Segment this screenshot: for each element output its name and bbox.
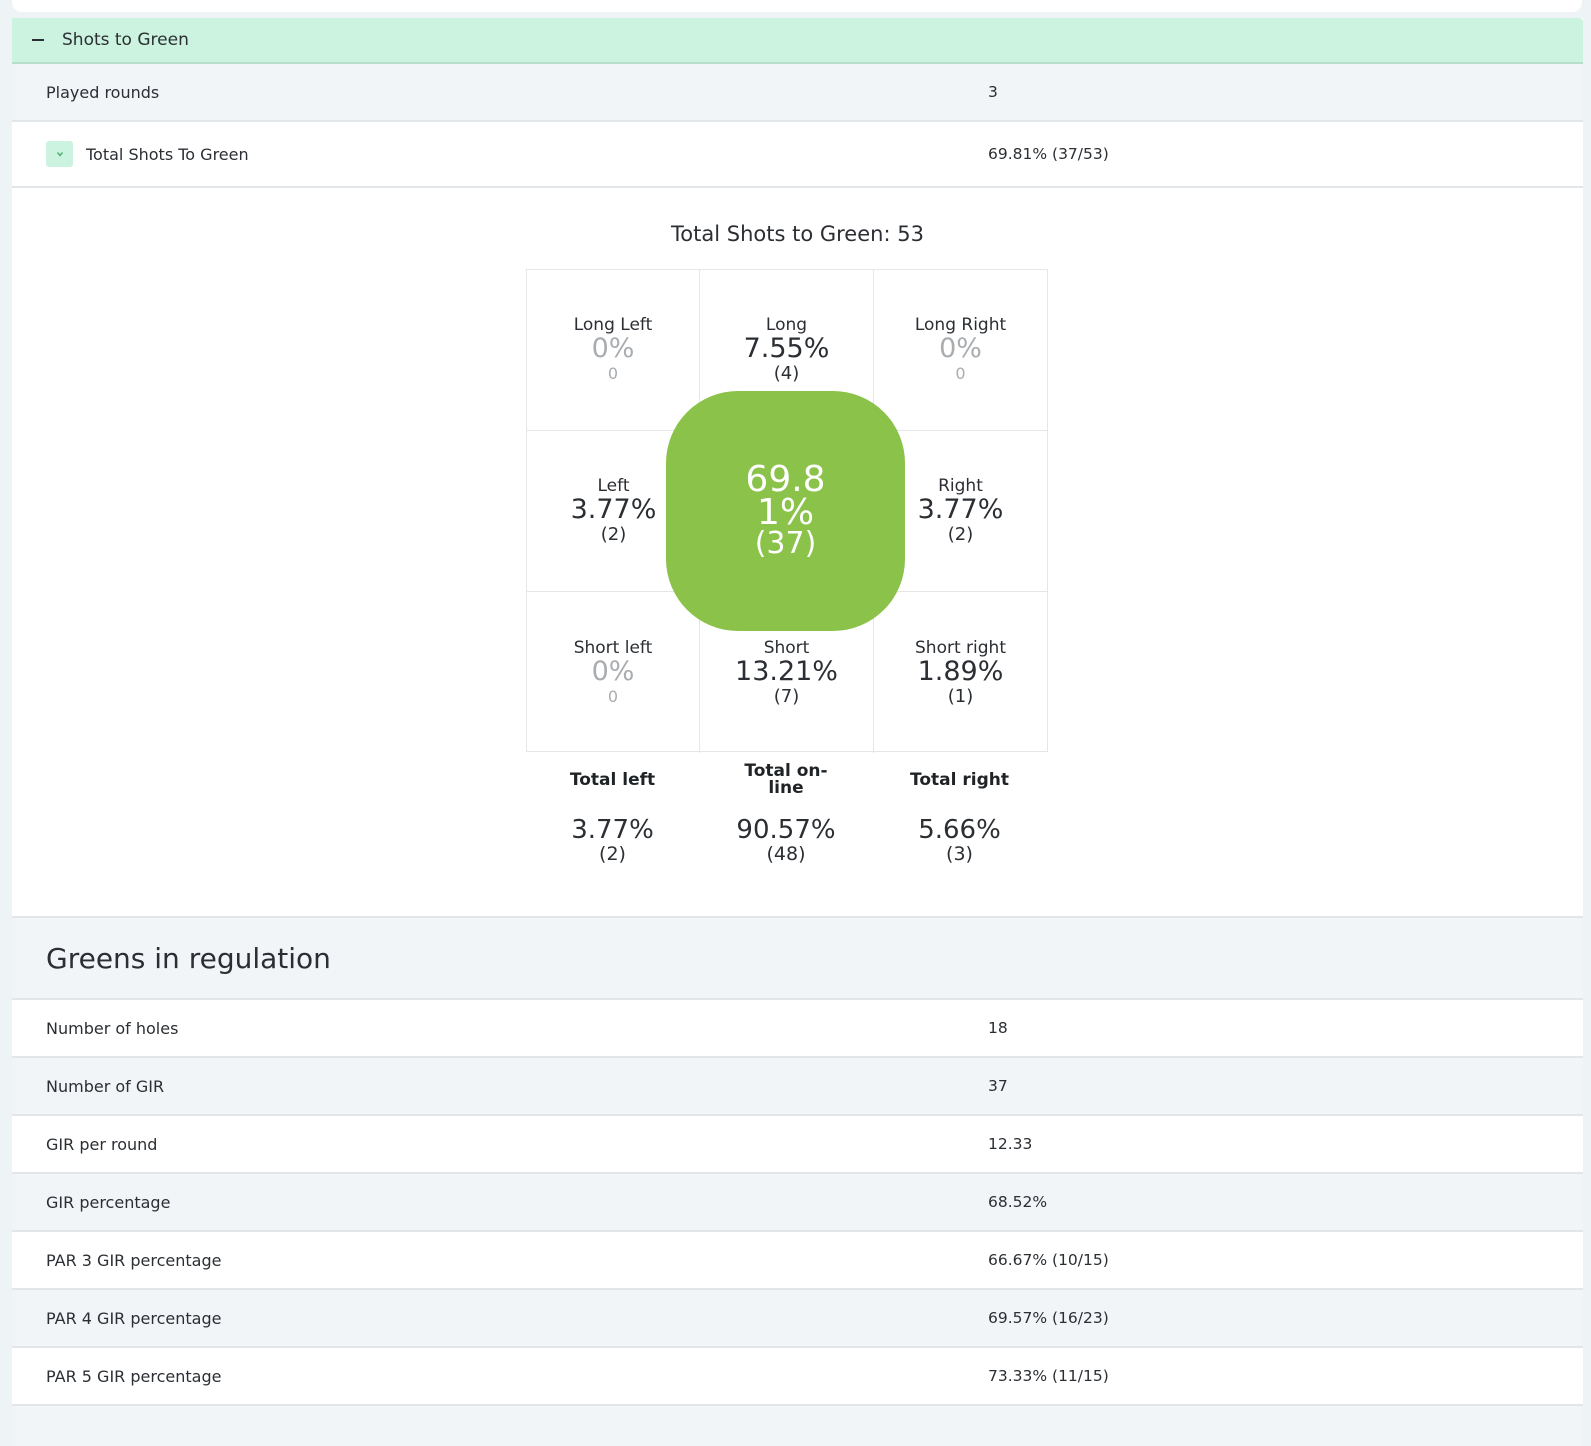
table-row: PAR 3 GIR percentage 66.67% (10/15)	[12, 1232, 1583, 1290]
row-value: 68.52%	[988, 1193, 1048, 1211]
direction-totals: Total left 3.77% (2) Total on-line 90.57…	[526, 761, 1048, 866]
total-left: Total left 3.77% (2)	[526, 763, 699, 865]
total-pct: 5.66%	[918, 815, 1001, 845]
total-right: Total right 5.66% (3)	[873, 763, 1046, 865]
cell-pct: 3.77%	[917, 494, 1004, 525]
row-value: 66.67% (10/15)	[988, 1251, 1109, 1269]
total-name: Total left	[569, 769, 656, 790]
green-hit-bullseye: 69.81% (37)	[666, 391, 905, 631]
stats-panel: Shots to Green Played rounds 3 Total Sho…	[12, 18, 1583, 1446]
cell-long-right: Long Right 0% 0	[874, 270, 1047, 431]
row-value: 37	[988, 1077, 1008, 1095]
cell-long-left: Long Left 0% 0	[527, 270, 700, 431]
cell-count: 0	[607, 686, 619, 706]
row-label: GIR per round	[46, 1134, 158, 1154]
row-value: 69.57% (16/23)	[988, 1309, 1109, 1327]
cell-pct: 7.55%	[743, 333, 830, 364]
center-count: (37)	[754, 526, 817, 561]
table-row-total-shots-to-green[interactable]: Total Shots To Green 69.81% (37/53)	[12, 122, 1583, 188]
row-label: GIR percentage	[46, 1192, 171, 1212]
cell-name: Long Right	[914, 315, 1007, 335]
expand-toggle-button[interactable]	[46, 141, 73, 167]
total-name: Total on-line	[744, 761, 828, 798]
row-value: 73.33% (11/15)	[988, 1367, 1109, 1385]
row-value: 18	[988, 1019, 1008, 1037]
cell-count: (2)	[600, 524, 627, 545]
table-row: GIR percentage 68.52%	[12, 1174, 1583, 1232]
row-value: 3	[988, 83, 998, 101]
cell-pct: 1.89%	[917, 655, 1004, 687]
collapse-minus-icon[interactable]	[32, 39, 44, 41]
table-row-played-rounds: Played rounds 3	[12, 64, 1583, 122]
cell-count: (4)	[773, 363, 800, 384]
row-label: Number of holes	[46, 1018, 179, 1038]
section-title: Shots to Green	[62, 30, 189, 50]
cell-name: Short	[763, 637, 810, 658]
row-value: 69.81% (37/53)	[988, 145, 1109, 163]
cell-count: (7)	[773, 685, 800, 707]
cell-name: Short left	[573, 637, 653, 658]
table-row: GIR per round 12.33	[12, 1116, 1583, 1174]
row-label: Played rounds	[46, 82, 160, 102]
cell-name: Right	[938, 476, 983, 496]
cell-name: Long	[765, 315, 808, 335]
cell-count: 0	[955, 364, 966, 383]
table-row-partial	[12, 1406, 1583, 1446]
table-row: PAR 5 GIR percentage 73.33% (11/15)	[12, 1348, 1583, 1406]
total-pct: 90.57%	[736, 815, 836, 845]
cell-count: 0	[607, 364, 619, 383]
row-label: PAR 5 GIR percentage	[46, 1366, 222, 1386]
chevron-down-icon	[56, 152, 63, 157]
total-on-line: Total on-line 90.57% (48)	[699, 761, 873, 866]
cell-pct: 3.77%	[570, 494, 657, 525]
table-row: PAR 4 GIR percentage 69.57% (16/23)	[12, 1290, 1583, 1348]
cell-name: Left	[597, 476, 630, 496]
table-row: Number of holes 18	[12, 1000, 1583, 1058]
row-value: 12.33	[988, 1135, 1033, 1153]
cell-short-right: Short right 1.89% (1)	[874, 592, 1047, 753]
cell-pct: 0%	[939, 333, 982, 364]
total-pct: 3.77%	[571, 815, 654, 845]
row-label: PAR 4 GIR percentage	[46, 1308, 222, 1328]
previous-section-card	[12, 0, 1582, 12]
row-label: Number of GIR	[46, 1076, 165, 1096]
center-pct: 69.81%	[745, 459, 826, 533]
greens-in-regulation-header: Greens in regulation	[12, 918, 1583, 1000]
shots-to-green-chart: Total Shots to Green: 53 Long Left 0% 0 …	[12, 188, 1583, 918]
cell-name: Short right	[915, 637, 1006, 658]
row-label: PAR 3 GIR percentage	[46, 1250, 222, 1270]
total-count: (2)	[599, 843, 626, 865]
section-heading: Greens in regulation	[46, 941, 331, 975]
total-name: Total right	[910, 769, 1009, 790]
cell-pct: 0%	[591, 655, 635, 687]
total-count: (3)	[946, 843, 973, 865]
cell-pct: 13.21%	[735, 655, 838, 687]
table-row: Number of GIR 37	[12, 1058, 1583, 1116]
cell-count: (2)	[947, 524, 974, 545]
cell-short-left: Short left 0% 0	[527, 592, 700, 753]
total-count: (48)	[766, 843, 806, 865]
row-label: Total Shots To Green	[86, 144, 249, 164]
cell-count: (1)	[947, 685, 974, 707]
cell-name: Long Left	[573, 315, 653, 335]
cell-pct: 0%	[591, 333, 635, 364]
shots-to-green-header[interactable]: Shots to Green	[12, 18, 1583, 64]
chart-title: Total Shots to Green: 53	[671, 222, 924, 246]
